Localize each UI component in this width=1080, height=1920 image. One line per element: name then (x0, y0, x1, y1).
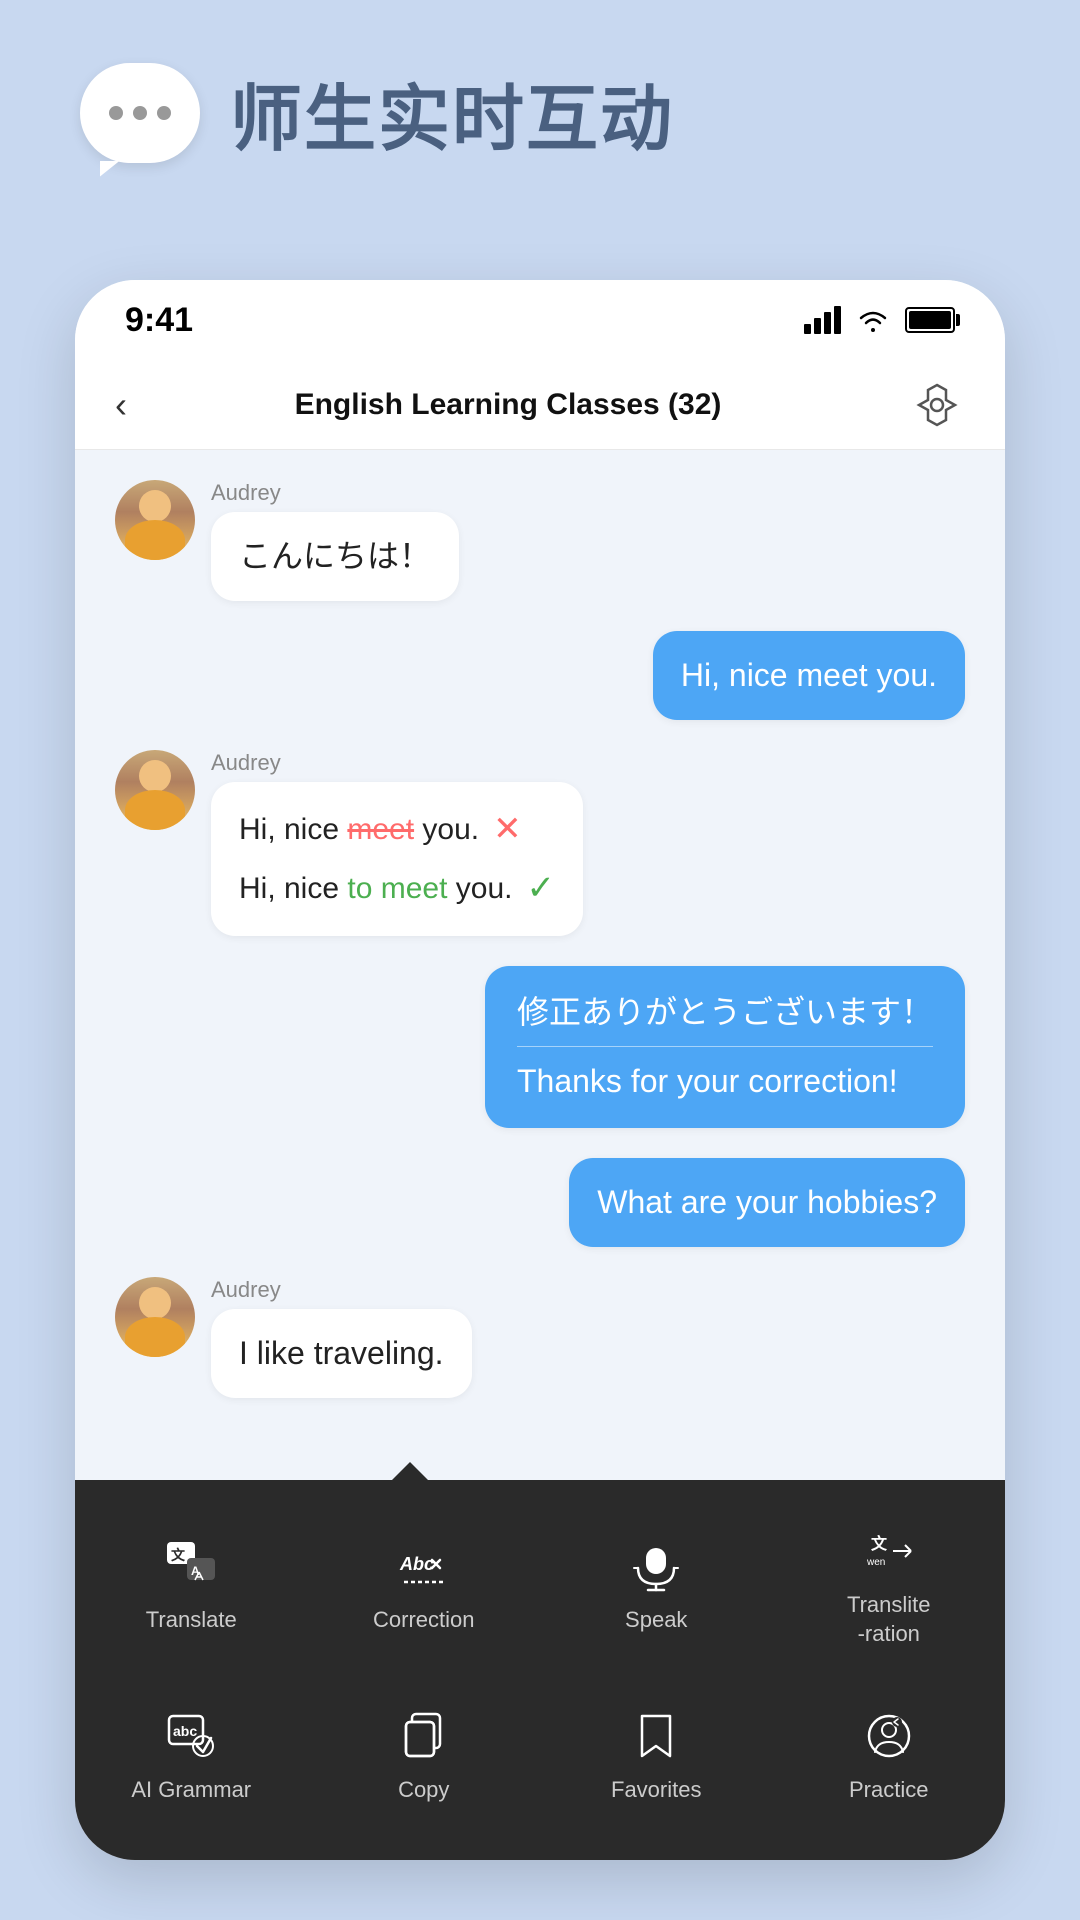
practice-icon (859, 1706, 919, 1766)
menu-item-ai-grammar[interactable]: abc AI Grammar (75, 1670, 308, 1840)
battery-icon (905, 307, 955, 333)
menu-label-translate: Translate (146, 1606, 237, 1635)
svg-text:wen: wen (866, 1557, 885, 1568)
correction-correct-row: Hi, nice to meet you. ✓ (239, 863, 555, 914)
sender-name: Audrey (211, 1277, 472, 1303)
phone-frame: 9:41 ‹ English Learning Classes (32) (75, 280, 1005, 1860)
translate-icon: 文 A (161, 1536, 221, 1596)
message-row: What are your hobbies? (115, 1158, 965, 1247)
menu-label-correction: Correction (373, 1606, 474, 1635)
svg-text:文: 文 (171, 1547, 186, 1563)
chat-area: Audrey こんにちは！ Hi, nice meet you. Audrey … (75, 450, 1005, 1480)
wifi-icon (855, 306, 891, 334)
message-bubble: 修正ありがとうございます！ Thanks for your correction… (485, 966, 965, 1129)
status-time: 9:41 (125, 301, 193, 340)
correct-word: to meet (347, 872, 447, 905)
svg-text:Abc: Abc (399, 1554, 434, 1574)
menu-label-copy: Copy (398, 1776, 449, 1805)
svg-text:文: 文 (871, 1534, 888, 1553)
menu-grid: 文 A Translate Abc Correcti (75, 1480, 1005, 1860)
nav-bar: ‹ English Learning Classes (32) (75, 360, 1005, 450)
correction-bubble: Hi, nice meet you. ✕ Hi, nice to meet yo… (211, 782, 583, 936)
status-bar: 9:41 (75, 280, 1005, 360)
message-text: What are your hobbies? (597, 1184, 937, 1220)
nav-title: English Learning Classes (32) (147, 388, 869, 422)
correction-wrong-row: Hi, nice meet you. ✕ (239, 804, 555, 855)
cross-icon: ✕ (493, 804, 522, 855)
avatar (115, 1277, 195, 1357)
message-text-line2: Thanks for your correction! (517, 1063, 898, 1099)
menu-item-practice[interactable]: Practice (773, 1670, 1006, 1840)
menu-label-favorites: Favorites (611, 1776, 701, 1805)
avatar (115, 480, 195, 560)
menu-item-correction[interactable]: Abc Correction (308, 1500, 541, 1670)
dots (109, 106, 171, 120)
abc-correction-icon: Abc (394, 1536, 454, 1596)
copy-icon (394, 1706, 454, 1766)
menu-item-favorites[interactable]: Favorites (540, 1670, 773, 1840)
settings-icon (912, 380, 962, 430)
speak-icon (626, 1536, 686, 1596)
favorites-icon (626, 1706, 686, 1766)
message-row: Audrey I like traveling. (115, 1277, 965, 1398)
signal-icon (804, 306, 841, 334)
menu-label-ai-grammar: AI Grammar (131, 1776, 251, 1805)
message-row: Audrey こんにちは！ (115, 480, 965, 601)
svg-text:abc: abc (173, 1723, 197, 1739)
message-row: 修正ありがとうございます！ Thanks for your correction… (115, 966, 965, 1129)
menu-item-translate[interactable]: 文 A Translate (75, 1500, 308, 1670)
menu-label-transliteration: Translite -ration (847, 1591, 931, 1648)
sender-name: Audrey (211, 480, 459, 506)
transliteration-icon: 文 wen (859, 1521, 919, 1581)
menu-item-transliteration[interactable]: 文 wen Translite -ration (773, 1500, 1006, 1670)
message-text: I like traveling. (239, 1335, 444, 1371)
check-icon: ✓ (526, 863, 555, 914)
message-bubble: I like traveling. (211, 1309, 472, 1398)
svg-text:A: A (191, 1564, 200, 1578)
wrong-word: meet (347, 813, 414, 846)
message-text-line1: 修正ありがとうございます！ (517, 994, 933, 1030)
message-text: こんにちは！ (239, 538, 431, 574)
ai-grammar-icon: abc (161, 1706, 221, 1766)
menu-item-copy[interactable]: Copy (308, 1670, 541, 1840)
bottom-menu: 文 A Translate Abc Correcti (75, 1480, 1005, 1860)
chat-bubble-icon (80, 63, 200, 163)
avatar (115, 750, 195, 830)
settings-button[interactable] (909, 377, 965, 433)
message-text: Hi, nice meet you. (681, 657, 937, 693)
top-title: 师生实时互动 (230, 60, 674, 165)
menu-item-speak[interactable]: Speak (540, 1500, 773, 1670)
message-bubble: こんにちは！ (211, 512, 459, 601)
correction-message-row: Audrey Hi, nice meet you. ✕ Hi, nice to … (115, 750, 965, 936)
back-button[interactable]: ‹ (115, 384, 127, 426)
menu-label-speak: Speak (625, 1606, 687, 1635)
message-row: Hi, nice meet you. (115, 631, 965, 720)
message-bubble: What are your hobbies? (569, 1158, 965, 1247)
message-bubble: Hi, nice meet you. (653, 631, 965, 720)
status-icons (804, 306, 955, 334)
sender-name: Audrey (211, 750, 583, 776)
top-area: 师生实时互动 (0, 0, 1080, 205)
menu-label-practice: Practice (849, 1776, 928, 1805)
